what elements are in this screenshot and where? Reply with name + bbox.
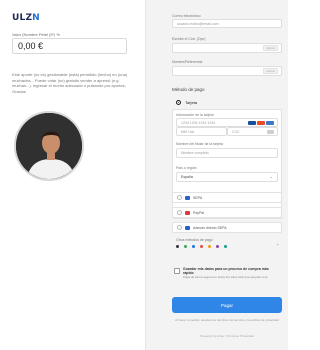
reference-field[interactable]: Aplicar <box>172 66 282 76</box>
expiry-field[interactable]: MM / AA <box>176 127 227 136</box>
holder-field[interactable]: Nombre completo <box>176 148 278 158</box>
cvc-placeholder: CVC <box>232 129 240 134</box>
payment-title: Método de pago <box>172 87 205 92</box>
reference-label: Nombre/Referencia <box>172 60 203 64</box>
sepa-option[interactable]: SEPA <box>172 192 282 203</box>
sepa-radio[interactable] <box>177 195 182 200</box>
country-select[interactable]: España ⌄ <box>176 172 278 182</box>
profile-photo <box>14 111 84 181</box>
card-option[interactable]: Tarjeta <box>176 100 197 105</box>
paypal-icon <box>185 210 190 215</box>
footer-links[interactable]: Powered by stripe | Términos Privacidad <box>172 334 282 338</box>
card-brands-icon <box>248 121 274 125</box>
google-pay-icon[interactable] <box>184 245 187 248</box>
email-label: Correo electrónico <box>172 14 201 18</box>
card-option-label: Tarjeta <box>185 100 198 105</box>
sepa-icon <box>185 195 190 200</box>
klarna-icon[interactable] <box>200 245 203 248</box>
card-number-field[interactable]: 1234 1234 1234 1234 <box>176 118 278 127</box>
holder-label: Nombre del titular de la tarjeta <box>176 142 223 146</box>
card-number-label: Información de la tarjeta <box>176 113 214 117</box>
card-number-placeholder: 1234 1234 1234 1234 <box>181 120 216 125</box>
paypal-radio[interactable] <box>177 210 182 215</box>
paypal-label: PayPal <box>193 210 205 215</box>
apple-pay-icon[interactable] <box>176 245 179 248</box>
amount-input[interactable]: 0,00 € <box>12 38 127 54</box>
terms-text: Al hacer tu pedido, aceptas los términos… <box>175 318 279 322</box>
brand-accent: N <box>32 13 40 23</box>
apply-code-button[interactable]: Aplicar <box>262 45 278 51</box>
country-value: España <box>181 175 193 179</box>
code-label: Escribe el Cód. (Opc) <box>172 37 206 41</box>
description-text: Este aporte (no es) gestionable (está) p… <box>12 72 128 94</box>
other-methods-label: Otros métodos de pago <box>176 238 213 242</box>
bank-icon <box>185 225 190 230</box>
left-panel: ULZN Valor (Nombre Pétel (IF) % 0,00 € E… <box>0 0 145 350</box>
brand-logo: ULZN <box>12 13 40 23</box>
card-radio[interactable] <box>176 100 181 105</box>
bank-transfer-icon[interactable] <box>192 245 195 248</box>
sepa-label: SEPA <box>193 195 203 200</box>
paypal-option[interactable]: PayPal <box>172 207 282 218</box>
apply-reference-button[interactable]: Aplicar <box>262 68 278 74</box>
link-icon[interactable] <box>224 245 227 248</box>
sepa-debit-label: Adeudo directo SEPA <box>193 225 227 230</box>
amount-label: Valor (Nombre Pétel (IF) % <box>12 32 60 37</box>
save-info-subtitle: Paga de forma segura en todos los sitios… <box>183 275 268 279</box>
bizum-icon[interactable] <box>208 245 211 248</box>
code-field[interactable]: Aplicar <box>172 43 282 53</box>
chevron-down-icon[interactable]: ⌄ <box>276 241 279 246</box>
save-info-row[interactable]: Guardar mis datos para un proceso de com… <box>174 267 280 279</box>
cvc-icon <box>267 130 274 134</box>
brand-name: ULZ <box>12 13 33 23</box>
email-field[interactable]: usuario.recibo@email.com <box>172 19 282 28</box>
expiry-placeholder: MM / AA <box>181 129 195 134</box>
sepa-debit-radio[interactable] <box>177 225 182 230</box>
other-methods-icons[interactable] <box>176 245 227 248</box>
chevron-down-icon: ⌄ <box>269 174 273 179</box>
save-info-checkbox[interactable] <box>174 268 180 274</box>
country-label: País o región <box>176 166 197 170</box>
ideal-icon[interactable] <box>216 245 219 248</box>
sepa-debit-option[interactable]: Adeudo directo SEPA <box>172 222 282 233</box>
email-value: usuario.recibo@email.com <box>177 21 219 26</box>
amount-value: 0,00 € <box>18 41 44 51</box>
pay-button[interactable]: Pagar <box>172 297 282 313</box>
save-info-title: Guardar mis datos para un proceso de com… <box>183 267 269 275</box>
cvc-field[interactable]: CVC <box>227 127 278 136</box>
holder-placeholder: Nombre completo <box>181 151 209 155</box>
